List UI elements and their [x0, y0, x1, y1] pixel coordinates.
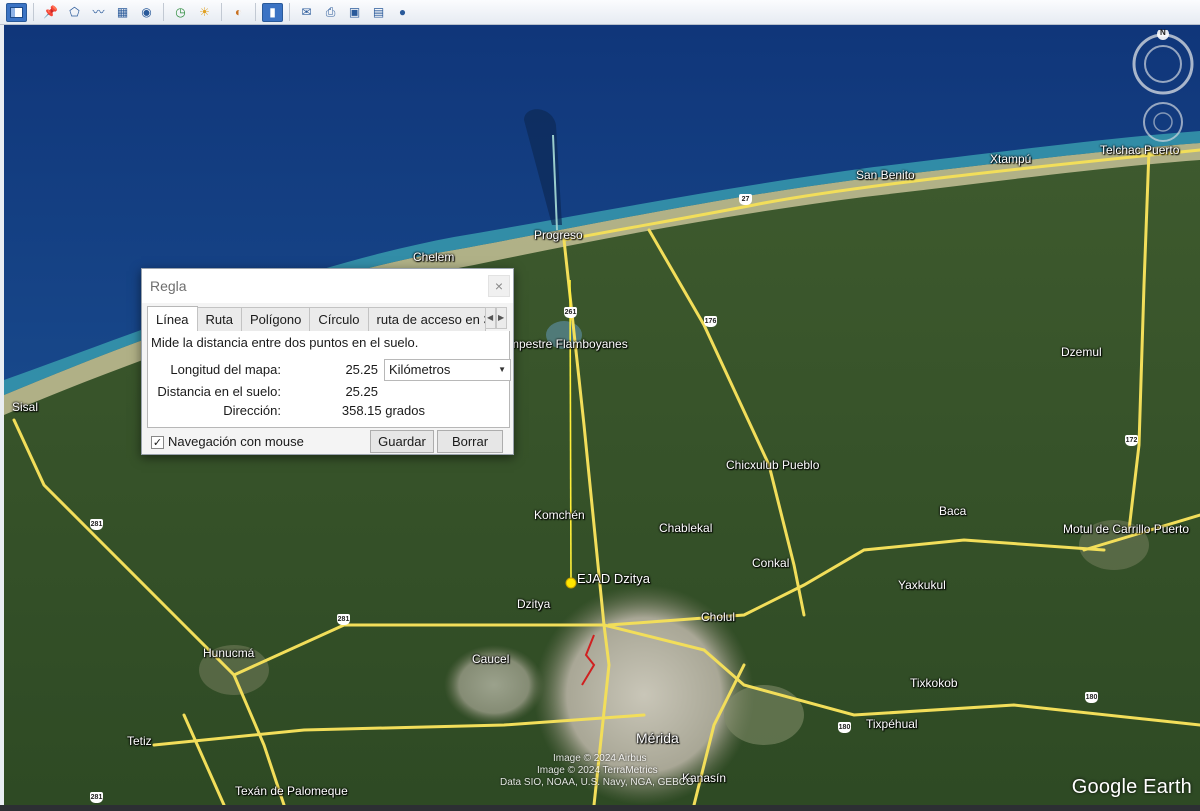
heading-label: Dirección: — [223, 403, 281, 418]
place-label: Tetiz — [127, 734, 152, 748]
chevron-down-icon: ▼ — [498, 365, 506, 374]
road-shield: 281 — [337, 614, 350, 625]
place-label: Yaxkukul — [898, 578, 946, 592]
placemark-icon[interactable]: 📌 — [40, 3, 61, 22]
map-length-label: Longitud del mapa: — [170, 362, 281, 377]
place-label: Texán de Palomeque — [235, 784, 348, 798]
clear-button[interactable]: Borrar — [437, 430, 503, 453]
sun-icon[interactable]: ☀ — [194, 3, 215, 22]
place-label: San Benito — [856, 168, 915, 182]
place-label: EJAD Dzitya — [577, 571, 650, 586]
place-label: Caucel — [472, 652, 510, 666]
email-icon[interactable]: ✉ — [296, 3, 317, 22]
path-icon[interactable]: 〰 — [88, 3, 109, 22]
ground-distance-value: 25.25 — [345, 384, 378, 399]
tab-poligono[interactable]: Polígono — [241, 307, 311, 331]
place-label: Baca — [939, 504, 967, 518]
linea-pane: Mide la distancia entre dos puntos en el… — [147, 331, 511, 428]
road-shield: 180 — [838, 722, 851, 733]
road-shield: 176 — [704, 316, 717, 327]
compass-north-label: N — [1160, 28, 1166, 37]
unit-select[interactable]: Kilómetros ▼ — [384, 359, 511, 381]
close-button[interactable]: × — [488, 275, 510, 297]
place-label: Sisal — [12, 400, 39, 414]
ruler-tabs: Línea Ruta Polígono Círculo ruta de acce… — [147, 306, 508, 332]
toolbar-separator — [33, 3, 34, 21]
attribution: Image © 2024 Airbus Image © 2024 TerraMe… — [500, 753, 694, 789]
place-label: Chablekal — [659, 521, 713, 535]
dialog-title: Regla — [142, 269, 513, 303]
toolbar-separator — [255, 3, 256, 21]
google-earth-logo: Google Earth — [1071, 776, 1192, 798]
unit-select-value: Kilómetros — [389, 362, 451, 377]
attribution-line: Image © 2024 Airbus — [553, 753, 647, 764]
globe-icon[interactable]: ● — [392, 3, 413, 22]
road-shield: 180 — [1085, 692, 1098, 703]
place-label: Komchén — [534, 508, 585, 522]
ground-distance-label: Distancia en el suelo: — [157, 384, 281, 399]
tour-icon[interactable]: ◉ — [136, 3, 157, 22]
place-label: Tixkokob — [910, 676, 958, 690]
save-image-icon[interactable]: ▣ — [344, 3, 365, 22]
tab-ruta-3d[interactable]: ruta de acceso en 3D — [367, 307, 486, 331]
ruler-icon[interactable]: ▮ — [262, 2, 283, 22]
mouse-navigation-label: Navegación con mouse — [168, 434, 304, 449]
view-in-maps-icon[interactable]: ▤ — [368, 3, 389, 22]
place-label: Motul de Carrillo Puerto — [1063, 522, 1190, 536]
tab-linea[interactable]: Línea — [147, 306, 198, 332]
ruler-dialog[interactable]: Regla × Línea Ruta Polígono Círculo ruta… — [141, 268, 514, 455]
place-label: Cholul — [701, 610, 736, 624]
history-icon[interactable]: ◷ — [170, 3, 191, 22]
status-bar — [0, 805, 1200, 811]
place-label: Hunucmá — [203, 646, 255, 660]
toolbar-separator — [221, 3, 222, 21]
place-label: Mérida — [636, 730, 679, 746]
road-shield: 261 — [564, 307, 577, 318]
tab-ruta[interactable]: Ruta — [196, 307, 243, 331]
planets-icon[interactable]: ◐ — [228, 3, 249, 22]
place-label: Tixpéhual — [866, 717, 918, 731]
road-shield: 281 — [90, 792, 103, 803]
map-length-value: 25.25 — [345, 362, 378, 377]
road-shield: 27 — [739, 194, 752, 205]
toolbar: 📌 ⬠ 〰 ▦ ◉ ◷ ☀ ◐ ▮ ✉ ⎙ ▣ ▤ ● — [0, 0, 1200, 25]
toolbar-separator — [289, 3, 290, 21]
save-button[interactable]: Guardar — [370, 430, 434, 453]
attribution-line: Image © 2024 TerraMetrics — [537, 765, 658, 776]
sidebar-toggle-icon[interactable] — [6, 2, 27, 22]
road-shield: 281 — [90, 519, 103, 530]
navigation-controls[interactable]: N — [1130, 28, 1196, 160]
tab-scroll-left-icon[interactable]: ◀ — [484, 307, 496, 329]
description-text: Mide la distancia entre dos puntos en el… — [151, 335, 419, 350]
place-label: Chicxulub Pueblo — [726, 458, 820, 472]
toolbar-separator — [163, 3, 164, 21]
place-label: Chelem — [413, 250, 455, 264]
place-label: Dzitya — [517, 597, 551, 611]
polygon-icon[interactable]: ⬠ — [64, 3, 85, 22]
tab-circulo[interactable]: Círculo — [309, 307, 369, 331]
print-icon[interactable]: ⎙ — [320, 3, 341, 22]
heading-value: 358.15 grados — [341, 403, 425, 418]
place-label: Conkal — [752, 556, 790, 570]
place-label: Progreso — [534, 228, 583, 242]
attribution-line: Data SIO, NOAA, U.S. Navy, NGA, GEBCO — [500, 777, 694, 788]
tab-scroll-right-icon[interactable]: ▶ — [495, 307, 507, 329]
place-label: mpestre Flamboyanes — [509, 337, 628, 351]
road-shield: 172 — [1125, 435, 1138, 446]
place-label: Xtampú — [990, 152, 1032, 166]
image-overlay-icon[interactable]: ▦ — [112, 3, 133, 22]
compass-icon[interactable] — [1130, 28, 1196, 160]
mouse-navigation-checkbox[interactable]: ✓ — [151, 436, 164, 449]
place-label: Dzemul — [1061, 345, 1102, 359]
